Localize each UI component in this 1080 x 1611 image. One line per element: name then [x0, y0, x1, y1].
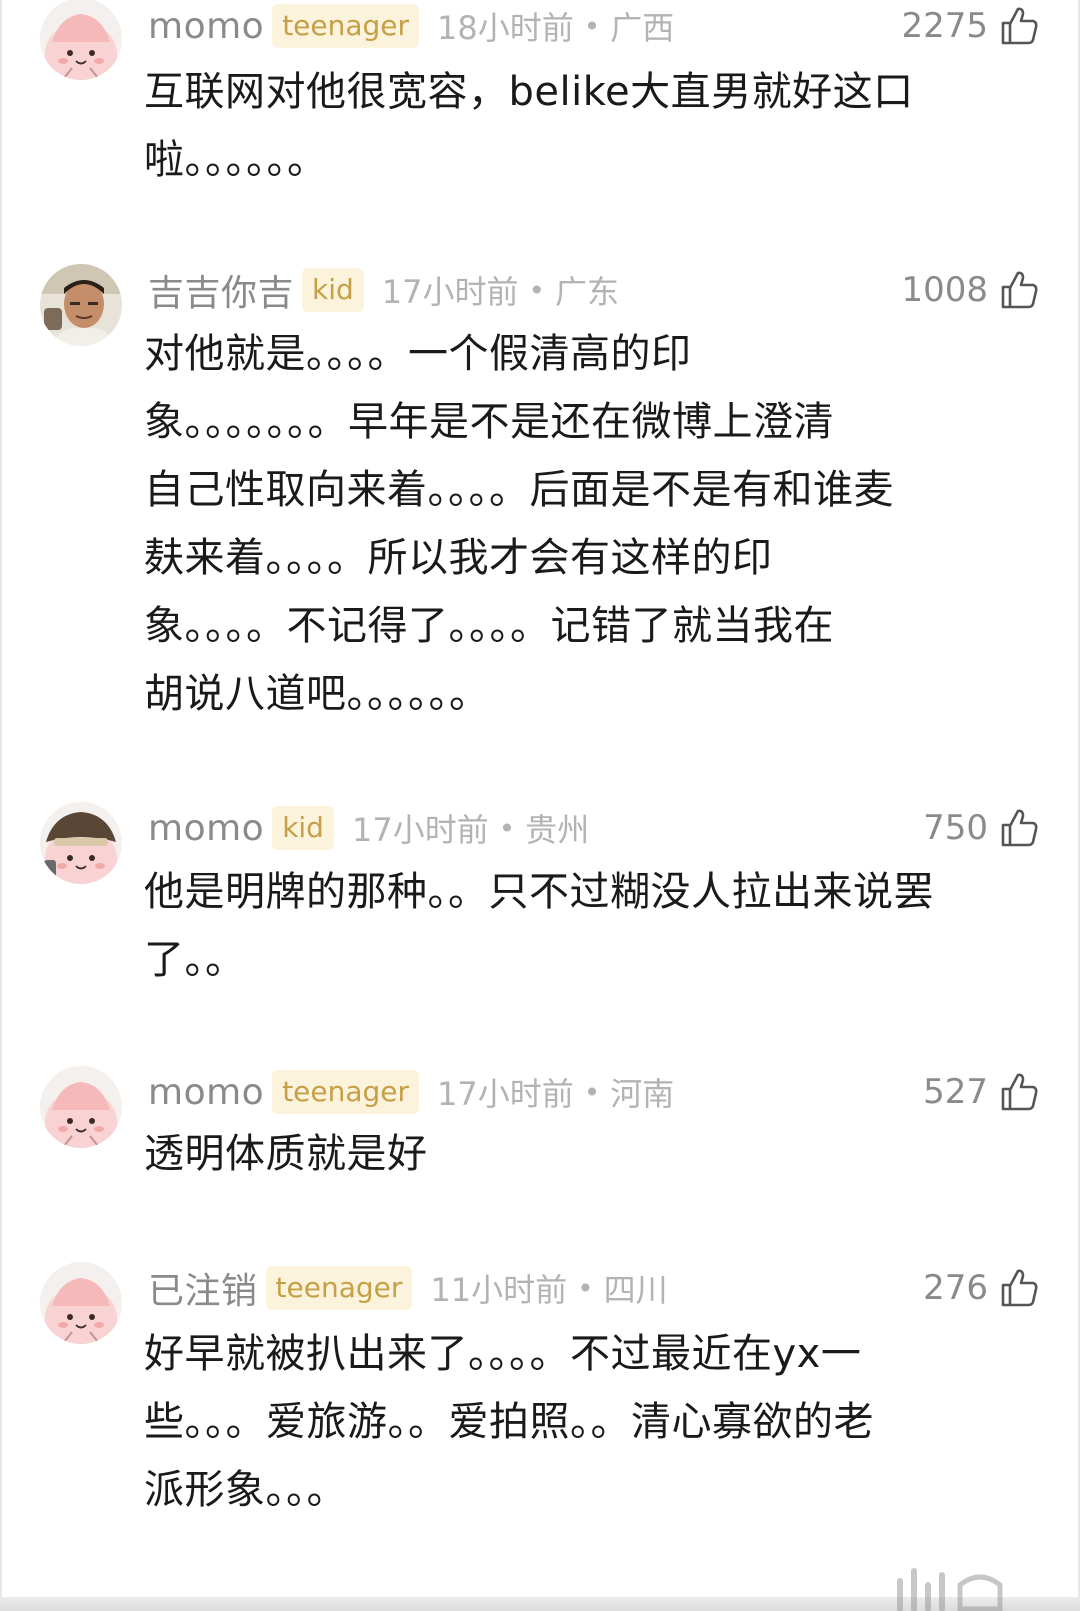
comment-text: 他是明牌的那种。。只不过糊没人拉出来说罢 了。。: [144, 858, 1024, 994]
comment-line: 透明体质就是好: [144, 1131, 428, 1177]
location: 广西: [610, 9, 675, 47]
comment-line: 自己性取向来着。。。。后面是不是有和谁麦: [144, 467, 894, 513]
timestamp: 11小时前: [430, 1271, 568, 1309]
username[interactable]: momo: [148, 6, 264, 47]
comment-meta: momo teenager 18小时前 • 广西: [148, 0, 674, 52]
like-button[interactable]: 1008: [901, 262, 1040, 318]
comment-text: 透明体质就是好: [144, 1120, 1024, 1188]
like-button[interactable]: 2275: [901, 0, 1040, 54]
like-count: 527: [923, 1072, 988, 1112]
level-badge: teenager: [272, 4, 420, 48]
like-button[interactable]: 750: [923, 800, 1040, 856]
comment-text: 好早就被扒出来了。。。。不过最近在yx一 些。。。爱旅游。。爱拍照。。清心寡欲的…: [144, 1320, 1024, 1524]
comment-text: 互联网对他很宽容，belike大直男就好这口 啦。。。。。。: [144, 58, 1024, 194]
comment-line: 啦。。。。。。: [144, 137, 328, 183]
location: 河南: [610, 1075, 675, 1113]
comment-line: 了。。: [144, 937, 246, 983]
comment-meta: 吉吉你吉 kid 17小时前 • 广东: [148, 264, 619, 316]
meta-separator: •: [498, 811, 516, 845]
avatar[interactable]: [40, 1262, 122, 1344]
like-count: 750: [923, 808, 988, 848]
like-count: 1008: [901, 270, 988, 310]
avatar[interactable]: [40, 264, 122, 346]
meta-separator: •: [583, 9, 601, 43]
comment-line: 象。。。。。。。早年是不是还在微博上澄清: [144, 399, 834, 445]
thumbs-up-icon[interactable]: [998, 1267, 1040, 1309]
comment-line: 些。。。爱旅游。。爱拍照。。清心寡欲的老: [144, 1399, 874, 1445]
photo-man-avatar-icon: [40, 264, 122, 346]
location: 贵州: [525, 811, 590, 849]
pink-cartoon-avatar-icon: [40, 1066, 122, 1148]
like-button[interactable]: 527: [923, 1064, 1040, 1120]
comment-line: 他是明牌的那种。。只不过糊没人拉出来说罢: [144, 869, 934, 915]
comment-meta: momo teenager 17小时前 • 河南: [148, 1066, 674, 1118]
thumbs-up-icon[interactable]: [998, 807, 1040, 849]
thumbs-up-icon[interactable]: [998, 5, 1040, 47]
location: 广东: [555, 273, 620, 311]
thumbs-up-icon[interactable]: [998, 269, 1040, 311]
comment-line: 互联网对他很宽容，belike大直男就好这口: [144, 69, 914, 115]
timestamp: 17小时前: [351, 811, 489, 849]
avatar[interactable]: [40, 1066, 122, 1148]
comment-meta: 已注销 teenager 11小时前 • 四川: [148, 1262, 668, 1314]
comment-line: 象。。。。不记得了。。。。记错了就当我在: [144, 603, 834, 649]
timestamp: 17小时前: [381, 273, 519, 311]
level-badge: kid: [272, 806, 334, 850]
meta-separator: •: [583, 1075, 601, 1109]
cartoon-hat-avatar-icon: [40, 802, 122, 884]
username[interactable]: momo: [148, 1072, 264, 1113]
comment-line: 好早就被扒出来了。。。。不过最近在yx一: [144, 1331, 862, 1377]
like-button[interactable]: 276: [923, 1260, 1040, 1316]
avatar[interactable]: [40, 802, 122, 884]
level-badge: teenager: [272, 1070, 420, 1114]
timestamp: 18小时前: [437, 9, 574, 47]
pink-cartoon-avatar-icon: [40, 1262, 122, 1344]
username[interactable]: 吉吉你吉: [148, 264, 294, 316]
timestamp: 17小时前: [437, 1075, 574, 1113]
left-edge-shadow: [0, 0, 2, 1611]
meta-separator: •: [528, 273, 546, 307]
comment-line: 派形象。。。: [144, 1467, 347, 1513]
like-count: 2275: [901, 6, 988, 46]
watermark-logo-icon: [897, 1568, 1003, 1611]
comment-text: 对他就是。。。。一个假清高的印 象。。。。。。。早年是不是还在微博上澄清 自己性…: [144, 320, 1024, 728]
pink-cartoon-avatar-icon: [40, 0, 122, 80]
username[interactable]: 已注销: [148, 1262, 258, 1314]
level-badge: teenager: [265, 1266, 413, 1310]
level-badge: kid: [302, 268, 364, 312]
comment-line: 对他就是。。。。一个假清高的印: [144, 331, 692, 377]
like-count: 276: [923, 1268, 988, 1308]
comment-line: 麸来着。。。。所以我才会有这样的印: [144, 535, 773, 581]
comment-line: 胡说八道吧。。。。。。: [144, 671, 490, 717]
avatar[interactable]: [40, 0, 122, 80]
location: 四川: [603, 1271, 668, 1309]
meta-separator: •: [577, 1271, 594, 1305]
username[interactable]: momo: [148, 808, 264, 849]
comment-meta: momo kid 17小时前 • 贵州: [148, 802, 589, 854]
thumbs-up-icon[interactable]: [998, 1071, 1040, 1113]
